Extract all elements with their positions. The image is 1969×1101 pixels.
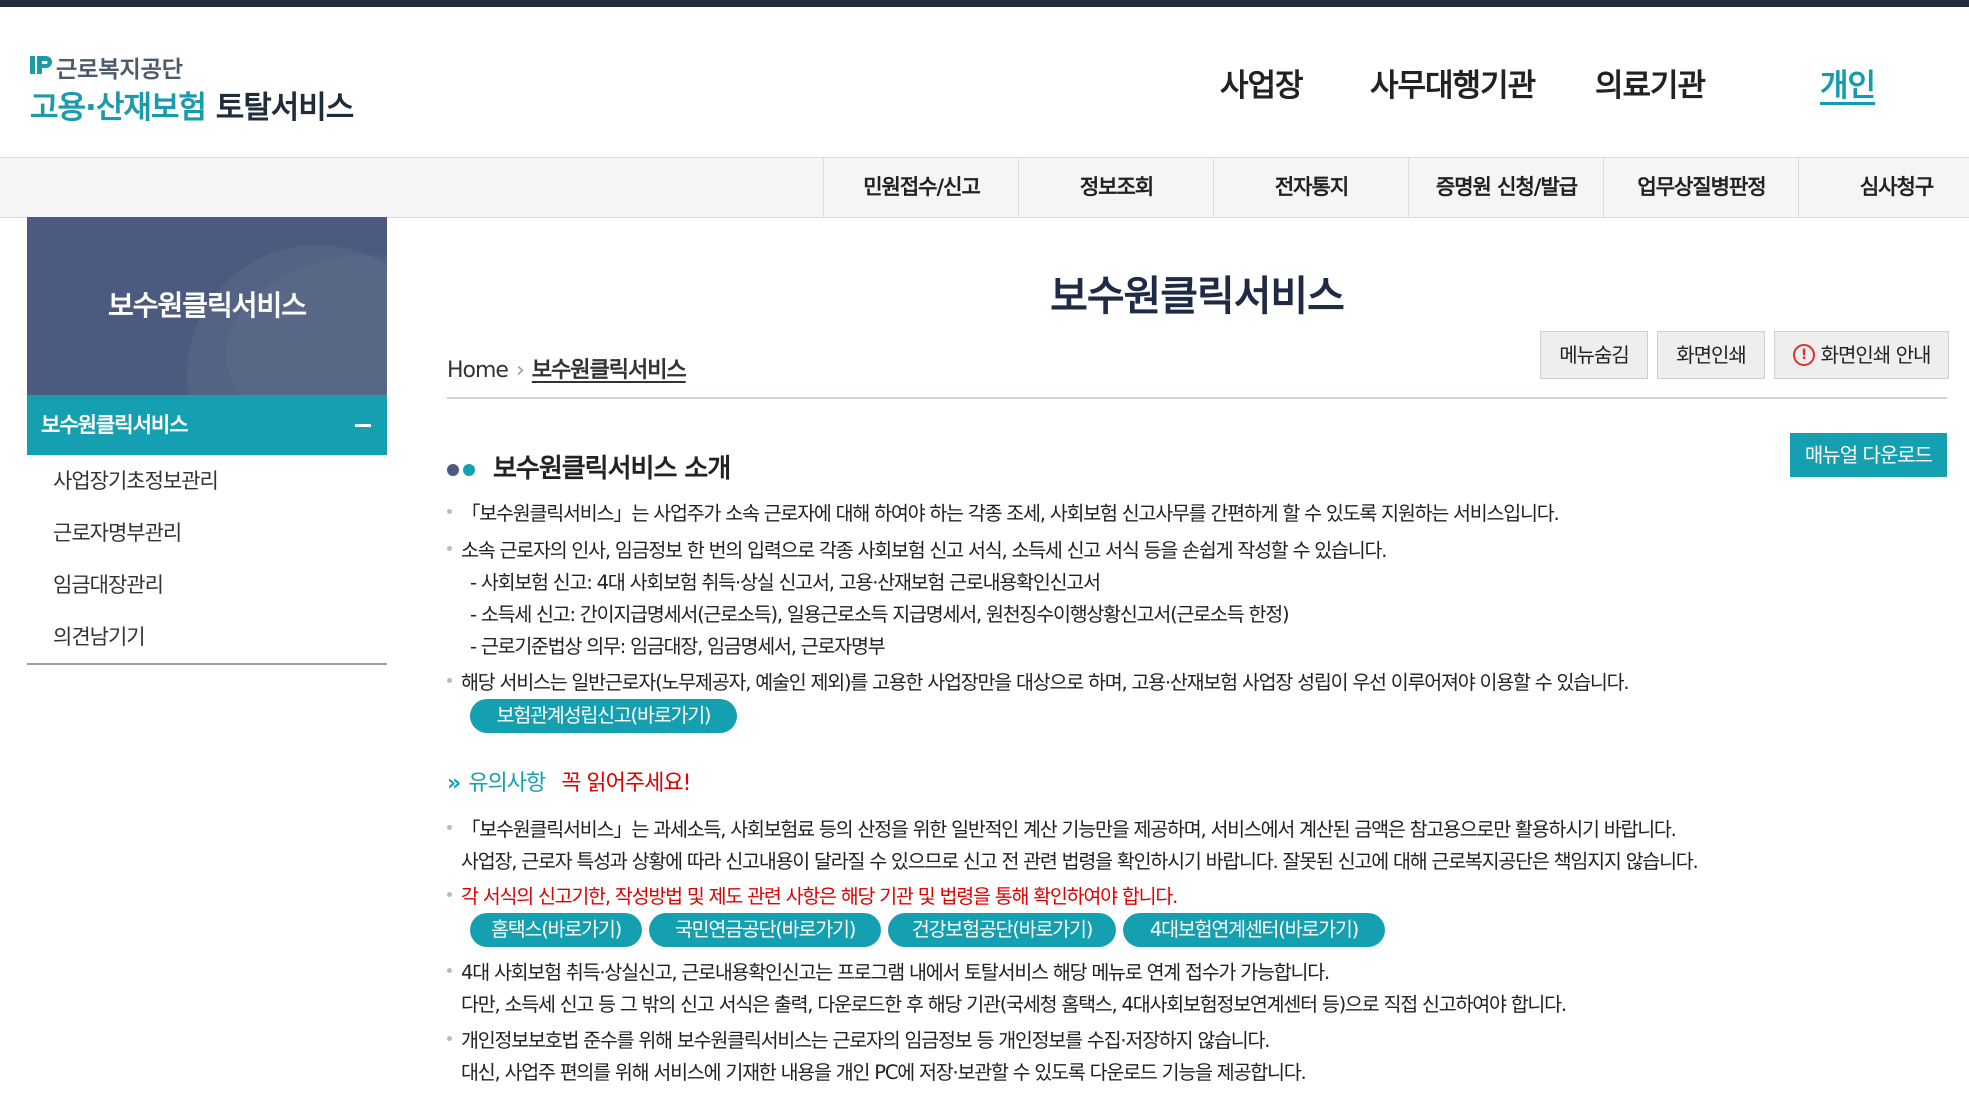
bullet-dots-icon <box>447 453 479 483</box>
manual-download-button[interactable]: 매뉴얼 다운로드 <box>1790 433 1947 477</box>
sidebar-item-workplace-info[interactable]: 사업장기초정보관리 <box>27 455 387 507</box>
print-button[interactable]: 화면인쇄 <box>1657 331 1765 379</box>
sidebar-title: 보수원클릭서비스 <box>107 289 307 322</box>
national-pension-link[interactable]: 국민연금공단(바로가기) <box>649 913 881 947</box>
logo-service-main: 고용·산재보험 <box>30 90 207 126</box>
top-nav-workplace[interactable]: 사업장 <box>1220 60 1304 105</box>
top-nav-medical[interactable]: 의료기관 <box>1595 60 1706 105</box>
double-chevron-icon: » <box>447 771 461 796</box>
top-border <box>0 0 1969 7</box>
sidebar-item-wage-ledger[interactable]: 임금대장관리 <box>27 559 387 611</box>
intro-sub-3: - 근로기준법상 의무: 임금대장, 임금명세서, 근로자명부 <box>470 635 886 658</box>
top-nav-agency[interactable]: 사무대행기관 <box>1370 60 1536 105</box>
breadcrumb-current[interactable]: 보수원클릭서비스 <box>532 358 687 383</box>
notice-title-text: 유의사항 <box>468 771 546 796</box>
notice-title: » 유의사항 꼭 읽어주세요! <box>447 765 691 797</box>
breadcrumb-home[interactable]: Home <box>447 358 509 383</box>
notice-line-4b: 대신, 사업주 편의를 위해 서비스에 기재한 내용을 개인 PC에 저장·보관… <box>461 1061 1307 1084</box>
sub-nav-e-notice[interactable]: 전자통지 <box>1213 158 1409 217</box>
chevron-right-icon: › <box>515 358 525 383</box>
notice-line-1b: 사업장, 근로자 특성과 상황에 따라 신고내용이 달라질 수 있으므로 신고 … <box>461 850 1699 873</box>
top-nav-personal[interactable]: 개인 <box>1820 60 1876 105</box>
collapse-minus-icon[interactable] <box>355 424 371 427</box>
notice-warning: 꼭 읽어주세요! <box>561 771 691 796</box>
sub-nav-info-lookup[interactable]: 정보조회 <box>1018 158 1214 217</box>
intro-line-3: 해당 서비스는 일반근로자(노무제공자, 예술인 제외)를 고용한 사업장만을 … <box>447 666 1630 695</box>
health-insurance-link[interactable]: 건강보험공단(바로가기) <box>888 913 1116 947</box>
notice-line-1a: 「보수원클릭서비스」는 과세소득, 사회보험료 등의 산정을 위한 일반적인 계… <box>447 813 1677 842</box>
logo-mark-icon <box>30 56 52 74</box>
header-divider <box>447 397 1947 399</box>
intro-sub-2: - 소득세 신고: 간이지급명세서(근로소득), 일용근로소득 지급명세서, 원… <box>470 603 1290 626</box>
breadcrumb: Home › 보수원클릭서비스 <box>447 352 687 384</box>
sidebar-header: 보수원클릭서비스 <box>27 217 387 395</box>
page-title: 보수원클릭서비스 <box>1050 272 1345 320</box>
logo-service-sub: 토탈서비스 <box>215 90 355 126</box>
print-guide-button[interactable]: ! 화면인쇄 안내 <box>1774 331 1949 379</box>
sidebar-menu: 사업장기초정보관리 근로자명부관리 임금대장관리 의견남기기 <box>27 455 387 665</box>
sub-nav-review-request[interactable]: 심사청구 <box>1798 158 1969 217</box>
print-guide-label: 화면인쇄 안내 <box>1820 343 1932 367</box>
sub-nav: 민원접수/신고 정보조회 전자통지 증명원 신청/발급 업무상질병판정 심사청구 <box>0 157 1969 218</box>
sidebar-item-active[interactable]: 보수원클릭서비스 <box>27 395 387 455</box>
sub-nav-civil-report[interactable]: 민원접수/신고 <box>823 158 1019 217</box>
logo-service-name: 고용·산재보험 토탈서비스 <box>30 82 355 127</box>
notice-line-2: 각 서식의 신고기한, 작성방법 및 제도 관련 사항은 해당 기관 및 법령을… <box>447 880 1178 909</box>
hide-menu-button[interactable]: 메뉴숨김 <box>1540 331 1648 379</box>
sidebar-item-feedback[interactable]: 의견남기기 <box>27 611 387 663</box>
sidebar-item-worker-list[interactable]: 근로자명부관리 <box>27 507 387 559</box>
alert-circle-icon: ! <box>1792 343 1815 366</box>
intro-line-2: 소속 근로자의 인사, 임금정보 한 번의 입력으로 각종 사회보험 신고 서식… <box>447 534 1387 563</box>
notice-line-3a: 4대 사회보험 취득·상실신고, 근로내용확인신고는 프로그램 내에서 토탈서비… <box>447 956 1330 985</box>
notice-line-4a: 개인정보보호법 준수를 위해 보수원클릭서비스는 근로자의 임금정보 등 개인정… <box>447 1024 1270 1053</box>
logo-org-name: 근로복지공단 <box>56 57 183 83</box>
intro-sub-1: - 사회보험 신고: 4대 사회보험 취득·상실 신고서, 고용·산재보험 근로… <box>470 571 1101 594</box>
sub-nav-certificate[interactable]: 증명원 신청/발급 <box>1408 158 1604 217</box>
insurance-registration-link[interactable]: 보험관계성립신고(바로가기) <box>470 699 737 733</box>
intro-title-text: 보수원클릭서비스 소개 <box>493 454 731 484</box>
sub-nav-disease-judgment[interactable]: 업무상질병판정 <box>1603 158 1799 217</box>
intro-line-1: 「보수원클릭서비스」는 사업주가 소속 근로자에 대해 하여야 하는 각종 조세… <box>447 497 1560 526</box>
hometax-link[interactable]: 홈택스(바로가기) <box>470 913 642 947</box>
social-insurance-center-link[interactable]: 4대보험연계센터(바로가기) <box>1123 913 1385 947</box>
sidebar-active-label: 보수원클릭서비스 <box>41 413 189 437</box>
intro-section-title: 보수원클릭서비스 소개 <box>447 448 731 485</box>
notice-line-3b: 다만, 소득세 신고 등 그 밖의 신고 서식은 출력, 다운로드한 후 해당 … <box>461 993 1567 1016</box>
